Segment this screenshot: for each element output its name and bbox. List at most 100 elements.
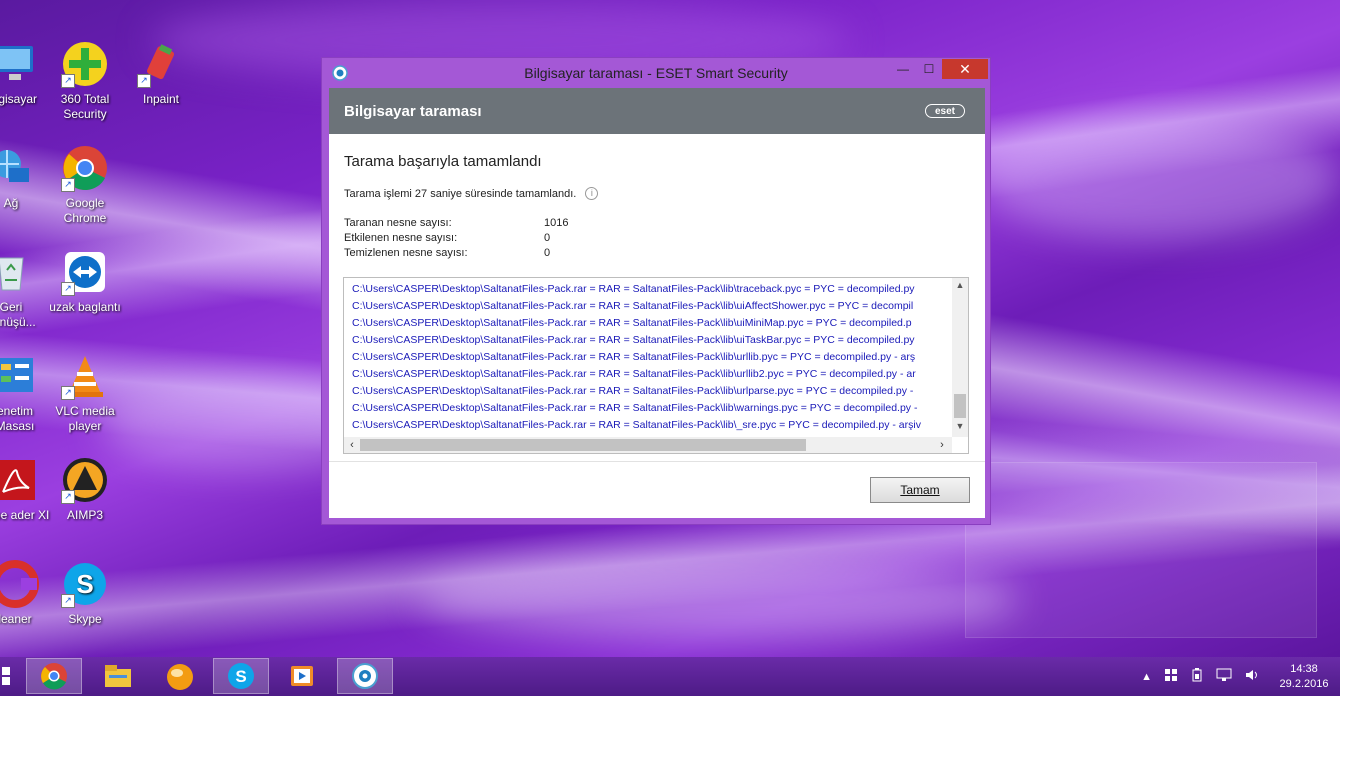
app-orange-icon bbox=[167, 664, 193, 690]
desktop-icon-label: Ağ bbox=[3, 196, 19, 210]
stat-label: Etkilenen nesne sayısı: bbox=[344, 232, 458, 244]
clock-date: 29.2.2016 bbox=[1279, 677, 1329, 690]
window-client: Bilgisayar taraması eset Tarama başarıyl… bbox=[329, 88, 985, 518]
ccleaner-icon bbox=[0, 560, 39, 608]
clock-time: 14:38 bbox=[1290, 662, 1318, 675]
log-line[interactable]: C:\Users\CASPER\Desktop\SaltanatFiles-Pa… bbox=[352, 281, 950, 298]
taskbar-eset[interactable] bbox=[337, 658, 393, 694]
stat-row: Etkilenen nesne sayısı: 0 bbox=[344, 232, 644, 247]
desktop-icon-360-security[interactable]: ↗ 360 Total Security bbox=[48, 40, 122, 122]
desktop-icon-label: Geri dönüşü... bbox=[0, 300, 36, 329]
scan-duration-text: Tarama işlemi 27 saniye süresinde tamaml… bbox=[344, 187, 577, 200]
log-line[interactable]: C:\Users\CASPER\Desktop\SaltanatFiles-Pa… bbox=[352, 366, 950, 383]
system-tray: ▲ 14:38 29.2.2016 bbox=[1135, 657, 1332, 696]
desktop-icon-chrome[interactable]: ↗ Google Chrome bbox=[48, 144, 122, 226]
log-line[interactable]: C:\Users\CASPER\Desktop\SaltanatFiles-Pa… bbox=[352, 298, 950, 315]
header-title: Bilgisayar taraması bbox=[344, 103, 482, 120]
log-line[interactable]: C:\Users\CASPER\Desktop\SaltanatFiles-Pa… bbox=[352, 315, 950, 332]
svg-text:S: S bbox=[76, 569, 93, 599]
log-line[interactable]: C:\Users\CASPER\Desktop\SaltanatFiles-Pa… bbox=[352, 349, 950, 366]
taskbar: S ▲ 14:38 29.2.2016 bbox=[0, 657, 1340, 696]
network-icon bbox=[0, 144, 35, 192]
taskbar-skype[interactable]: S bbox=[213, 658, 269, 694]
scroll-left-arrow-icon[interactable]: ‹ bbox=[344, 437, 360, 453]
scan-result-heading: Tarama başarıyla tamamlandı bbox=[344, 153, 542, 170]
faded-notification bbox=[965, 462, 1317, 638]
360-security-icon: ↗ bbox=[61, 40, 109, 88]
window-titlebar[interactable]: Bilgisayar taraması - ESET Smart Securit… bbox=[322, 58, 990, 88]
desktop-icon-label: 360 Total Security bbox=[60, 92, 110, 121]
window-header: Bilgisayar taraması eset bbox=[329, 88, 985, 134]
stat-row: Taranan nesne sayısı: 1016 bbox=[344, 217, 644, 232]
scroll-right-arrow-icon[interactable]: › bbox=[934, 437, 950, 453]
desktop-icon-label: VLC media player bbox=[55, 404, 115, 433]
desktop-icon-label: leaner bbox=[0, 612, 32, 626]
file-explorer-icon bbox=[105, 665, 131, 687]
scan-duration: Tarama işlemi 27 saniye süresinde tamaml… bbox=[344, 187, 599, 200]
log-line[interactable]: C:\Users\CASPER\Desktop\SaltanatFiles-Pa… bbox=[352, 383, 950, 400]
desktop-icon-control-panel[interactable]: enetim Masası bbox=[0, 352, 52, 434]
info-icon[interactable]: i bbox=[585, 187, 599, 200]
shortcut-arrow-icon: ↗ bbox=[61, 178, 75, 192]
desktop-icon-label: Skype bbox=[68, 612, 102, 626]
tray-windows-icon[interactable] bbox=[1164, 668, 1178, 685]
start-icon bbox=[2, 667, 10, 685]
taskbar-chrome[interactable] bbox=[26, 658, 82, 694]
recycle-bin-icon bbox=[0, 248, 35, 296]
scan-stats: Taranan nesne sayısı: 1016 Etkilenen nes… bbox=[344, 217, 644, 262]
desktop-icon-label: ilgisayar bbox=[0, 92, 37, 106]
scroll-down-arrow-icon[interactable]: ▼ bbox=[952, 421, 968, 435]
media-icon bbox=[291, 666, 313, 686]
shortcut-arrow-icon: ↗ bbox=[61, 490, 75, 504]
tray-overflow-arrow-icon[interactable]: ▲ bbox=[1141, 671, 1152, 683]
desktop-icon-inpaint[interactable]: ↗ Inpaint bbox=[124, 40, 198, 107]
vertical-scrollbar[interactable]: ▲ ▼ bbox=[952, 278, 968, 437]
close-button[interactable]: ✕ bbox=[942, 59, 988, 79]
computer-icon bbox=[0, 40, 39, 88]
vlc-icon: ↗ bbox=[61, 352, 109, 400]
desktop-icon-aimp[interactable]: ↗ AIMP3 bbox=[48, 456, 122, 523]
desktop-icon-vlc[interactable]: ↗ VLC media player bbox=[48, 352, 122, 434]
log-line[interactable]: C:\Users\CASPER\Desktop\SaltanatFiles-Pa… bbox=[352, 417, 950, 434]
desktop: ilgisayar ↗ 360 Total Security ↗ Inpaint… bbox=[0, 0, 1340, 657]
vertical-scroll-thumb[interactable] bbox=[954, 394, 966, 418]
taskbar-app-orange[interactable] bbox=[152, 658, 208, 694]
horizontal-scrollbar[interactable]: ‹ › bbox=[344, 437, 952, 453]
desktop-icon-ccleaner[interactable]: leaner bbox=[0, 560, 52, 627]
desktop-icon-recycle-bin[interactable]: Geri dönüşü... bbox=[0, 248, 48, 330]
battery-icon[interactable] bbox=[1190, 668, 1204, 685]
teamviewer-icon: ↗ bbox=[61, 248, 109, 296]
stat-value: 0 bbox=[544, 247, 551, 259]
maximize-button[interactable]: ☐ bbox=[916, 59, 942, 79]
desktop-icon-label: Google Chrome bbox=[63, 196, 107, 225]
clock[interactable]: 14:38 29.2.2016 bbox=[1276, 662, 1332, 692]
desktop-icon-computer[interactable]: ilgisayar bbox=[0, 40, 52, 107]
footer-divider bbox=[329, 461, 985, 462]
shortcut-arrow-icon: ↗ bbox=[137, 74, 151, 88]
stat-label: Temizlenen nesne sayısı: bbox=[344, 247, 468, 259]
inpaint-icon: ↗ bbox=[137, 40, 185, 88]
start-button[interactable] bbox=[0, 658, 18, 694]
desktop-icon-label: dobe ader XI bbox=[0, 508, 50, 522]
volume-icon[interactable] bbox=[1244, 668, 1260, 685]
desktop-icon-network[interactable]: Ağ bbox=[0, 144, 48, 211]
ok-button[interactable]: Tamam bbox=[870, 477, 970, 503]
skype-icon: S ↗ bbox=[61, 560, 109, 608]
log-line[interactable]: C:\Users\CASPER\Desktop\SaltanatFiles-Pa… bbox=[352, 332, 950, 349]
taskbar-file-explorer[interactable] bbox=[90, 658, 146, 694]
log-line[interactable]: C:\Users\CASPER\Desktop\SaltanatFiles-Pa… bbox=[352, 400, 950, 417]
desktop-icon-adobe-reader[interactable]: dobe ader XI bbox=[0, 456, 52, 523]
minimize-button[interactable]: — bbox=[890, 59, 916, 79]
stat-label: Taranan nesne sayısı: bbox=[344, 217, 452, 229]
scroll-up-arrow-icon[interactable]: ▲ bbox=[952, 280, 968, 294]
taskbar-media[interactable] bbox=[274, 658, 330, 694]
shortcut-arrow-icon: ↗ bbox=[61, 282, 75, 296]
horizontal-scroll-thumb[interactable] bbox=[360, 439, 806, 451]
desktop-icon-skype[interactable]: S ↗ Skype bbox=[48, 560, 122, 627]
desktop-icon-teamviewer[interactable]: ↗ uzak baglantı bbox=[48, 248, 122, 315]
shortcut-arrow-icon: ↗ bbox=[61, 74, 75, 88]
eset-icon bbox=[352, 663, 378, 689]
desktop-icon-label: uzak baglantı bbox=[49, 300, 121, 314]
network-status-icon[interactable] bbox=[1216, 668, 1232, 685]
scan-log-list[interactable]: C:\Users\CASPER\Desktop\SaltanatFiles-Pa… bbox=[343, 277, 969, 454]
